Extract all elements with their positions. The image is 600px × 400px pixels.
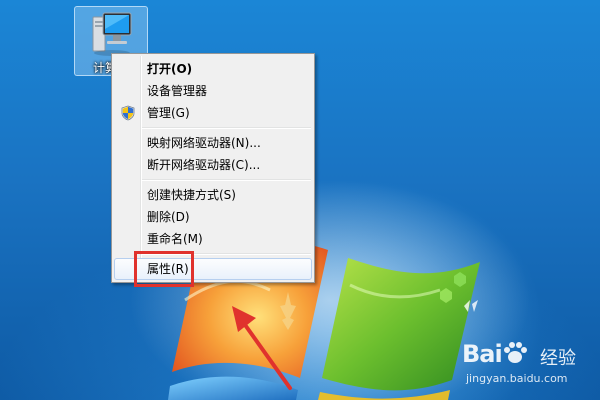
menu-item-label: 断开网络驱动器(C)... bbox=[147, 158, 261, 172]
menu-item-create-shortcut[interactable]: 创建快捷方式(S) bbox=[114, 184, 312, 206]
computer-icon bbox=[92, 12, 132, 56]
menu-item-delete[interactable]: 删除(D) bbox=[114, 206, 312, 228]
desktop: 计算机 打开(O) 设备管理器 管理(G) 映射网络驱动器(N)... 断开网络… bbox=[0, 0, 600, 400]
menu-item-rename[interactable]: 重命名(M) bbox=[114, 228, 312, 250]
menu-item-open[interactable]: 打开(O) bbox=[114, 58, 312, 80]
watermark-logo: Bai bbox=[462, 340, 528, 368]
baidu-jingyan-watermark: Bai 经验 jingyan.baidu.com bbox=[462, 340, 592, 390]
context-menu: 打开(O) 设备管理器 管理(G) 映射网络驱动器(N)... 断开网络驱动器(… bbox=[111, 53, 315, 283]
menu-separator bbox=[142, 127, 311, 129]
watermark-logo-text: Bai bbox=[462, 340, 503, 368]
menu-item-label: 管理(G) bbox=[147, 106, 190, 120]
menu-item-label: 设备管理器 bbox=[147, 84, 208, 98]
shield-icon bbox=[121, 105, 135, 121]
watermark-brand: 经验 bbox=[540, 348, 576, 369]
menu-item-label: 创建快捷方式(S) bbox=[147, 188, 236, 202]
menu-item-manage[interactable]: 管理(G) bbox=[114, 102, 312, 124]
menu-item-label: 删除(D) bbox=[147, 210, 190, 224]
watermark-url: jingyan.baidu.com bbox=[466, 372, 568, 385]
menu-item-disconnect-network-drive[interactable]: 断开网络驱动器(C)... bbox=[114, 154, 312, 176]
menu-item-map-network-drive[interactable]: 映射网络驱动器(N)... bbox=[114, 132, 312, 154]
menu-item-label: 重命名(M) bbox=[147, 232, 203, 246]
annotation-highlight-box bbox=[134, 251, 194, 287]
menu-separator bbox=[142, 179, 311, 181]
menu-item-label: 映射网络驱动器(N)... bbox=[147, 136, 261, 150]
menu-item-device-manager[interactable]: 设备管理器 bbox=[114, 80, 312, 102]
paw-icon bbox=[503, 342, 527, 363]
menu-item-label: 打开(O) bbox=[147, 62, 193, 76]
